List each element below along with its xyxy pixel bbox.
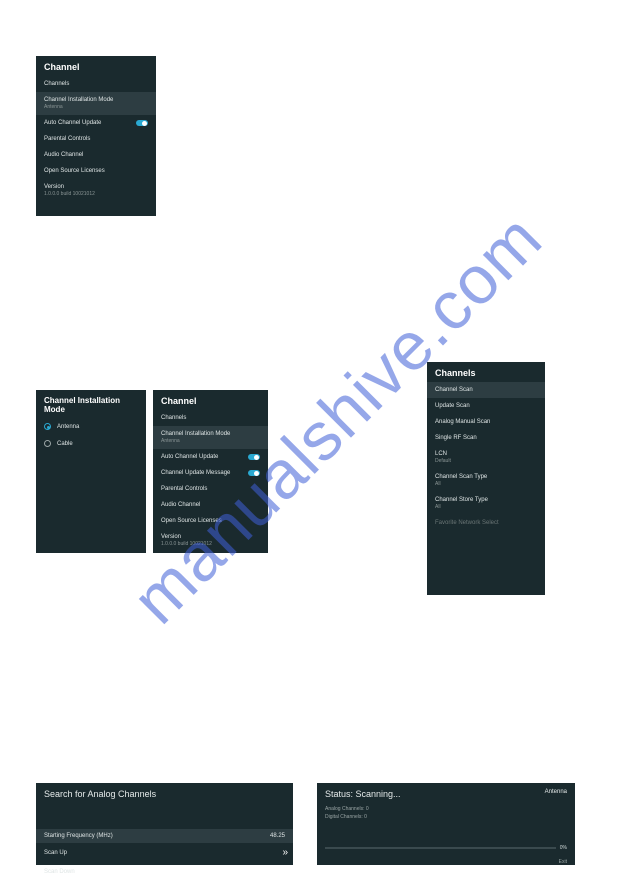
panel-title: Channels [427,362,545,382]
freq-value: 48.25 [270,833,285,839]
install-mode-value: Antenna [161,438,260,444]
store-type-value: All [435,504,537,510]
scanning-status-panel: Status: Scanning... Antenna Analog Chann… [317,783,575,865]
store-type-label: Channel Store Type [435,497,488,503]
install-mode-panel: Channel Installation Mode Antenna Cable [36,390,146,553]
panel-title: Channel Installation Mode [36,390,146,418]
panel-title: Search for Analog Channels [36,783,293,805]
progress-bar [325,847,556,849]
version-item: Version 1.0.0.0 build 10021012 [153,529,268,552]
channels-panel: Channels Channel Scan Update Scan Analog… [427,362,545,595]
install-mode-label: Channel Installation Mode [44,97,113,103]
store-type-item[interactable]: Channel Store Type All [427,492,545,515]
scan-down-label: Scan Down [44,869,75,875]
auto-update-label: Auto Channel Update [161,454,218,460]
antenna-label: Antenna [57,424,79,430]
panel-title: Channel [153,390,268,410]
cable-radio-row[interactable]: Cable [36,435,146,452]
channels-item[interactable]: Channels [153,410,268,426]
audio-channel-item[interactable]: Audio Channel [36,147,156,163]
status-header: Status: Scanning... Antenna [317,783,575,805]
install-mode-value: Antenna [44,104,148,110]
audio-channel-item[interactable]: Audio Channel [153,497,268,513]
toggle-on-icon[interactable] [248,454,260,460]
scan-down-item[interactable]: Scan Down » [36,862,293,881]
version-value: 1.0.0.0 build 10021012 [44,191,148,197]
digital-count: Digital Channels: 0 [317,813,575,821]
install-mode-item[interactable]: Channel Installation Mode Antenna [36,92,156,115]
update-message-item[interactable]: Channel Update Message [153,465,268,481]
parental-item[interactable]: Parental Controls [36,131,156,147]
toggle-on-icon[interactable] [248,470,260,476]
cable-label: Cable [57,441,73,447]
open-source-item[interactable]: Open Source Licenses [153,513,268,529]
progress-area: 0% [317,839,575,857]
chevron-right-icon: » [282,866,285,877]
scan-type-label: Channel Scan Type [435,474,487,480]
channel-panel-top: Channel Channels Channel Installation Mo… [36,56,156,216]
lcn-item[interactable]: LCN Default [427,446,545,469]
single-rf-item[interactable]: Single RF Scan [427,430,545,446]
version-label: Version [44,184,64,190]
scan-type-item[interactable]: Channel Scan Type All [427,469,545,492]
progress-pct: 0% [560,845,567,851]
version-item: Version 1.0.0.0 build 10021012 [36,179,156,202]
radio-icon[interactable] [44,440,51,447]
search-analog-panel: Search for Analog Channels Starting Freq… [36,783,293,865]
freq-label: Starting Frequency (MHz) [44,833,113,839]
lcn-label: LCN [435,451,447,457]
lcn-value: Default [435,458,537,464]
mode-label: Antenna [545,789,567,799]
auto-update-item[interactable]: Auto Channel Update [36,115,156,131]
update-message-label: Channel Update Message [161,470,230,476]
starting-freq-item[interactable]: Starting Frequency (MHz) 48.25 [36,829,293,843]
exit-label[interactable]: Exit [317,857,575,867]
channel-scan-item[interactable]: Channel Scan [427,382,545,398]
version-value: 1.0.0.0 build 10021012 [161,541,260,547]
toggle-on-icon[interactable] [136,120,148,126]
radio-selected-icon[interactable] [44,423,51,430]
panel-title: Channel [36,56,156,76]
channel-panel-middle: Channel Channels Channel Installation Mo… [153,390,268,553]
scan-up-item[interactable]: Scan Up » [36,843,293,862]
channels-item[interactable]: Channels [36,76,156,92]
parental-item[interactable]: Parental Controls [153,481,268,497]
auto-update-label: Auto Channel Update [44,120,101,126]
install-mode-label: Channel Installation Mode [161,431,230,437]
antenna-radio-row[interactable]: Antenna [36,418,146,435]
chevron-right-icon: » [282,847,285,858]
version-label: Version [161,534,181,540]
analog-manual-item[interactable]: Analog Manual Scan [427,414,545,430]
open-source-item[interactable]: Open Source Licenses [36,163,156,179]
analog-count: Analog Channels: 0 [317,805,575,813]
auto-update-item[interactable]: Auto Channel Update [153,449,268,465]
scan-up-label: Scan Up [44,850,67,856]
status-title-text: Status: Scanning... [325,789,401,799]
scan-type-value: All [435,481,537,487]
favorite-network-item: Favorite Network Select [427,515,545,531]
install-mode-item[interactable]: Channel Installation Mode Antenna [153,426,268,449]
update-scan-item[interactable]: Update Scan [427,398,545,414]
